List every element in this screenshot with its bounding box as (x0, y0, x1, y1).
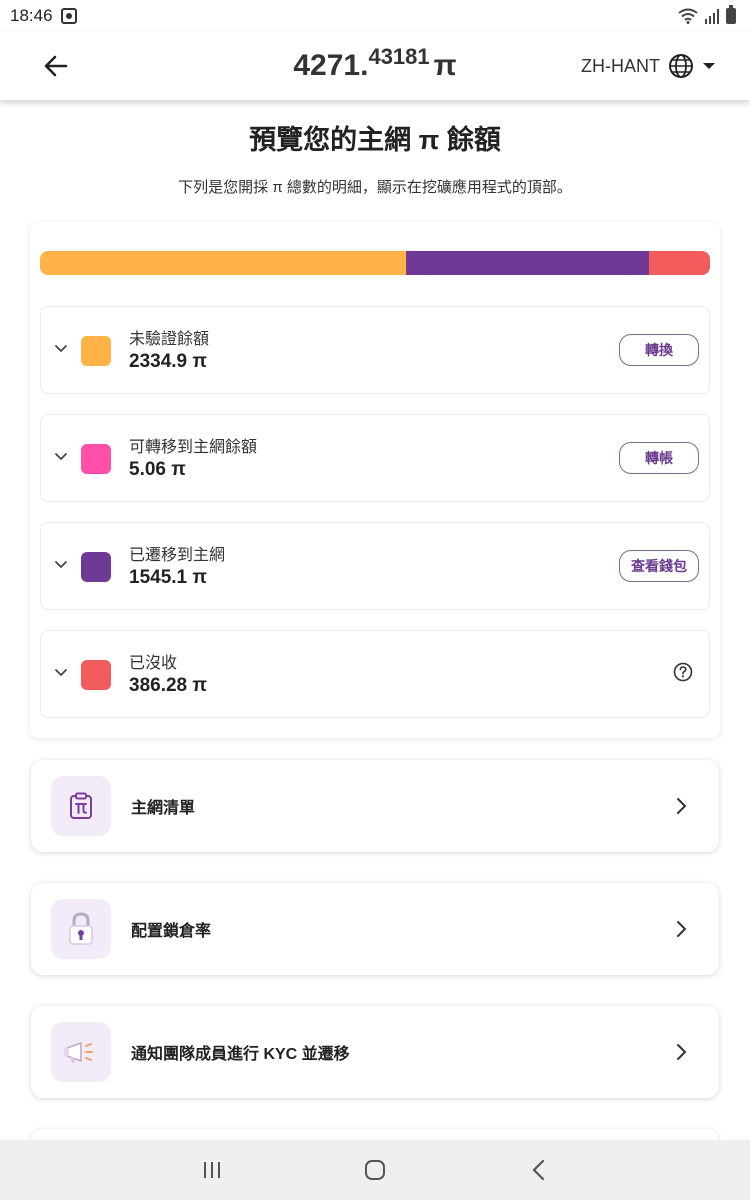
balance-label: 未驗證餘額 (129, 331, 210, 348)
balance-label: 已遷移到主網 (129, 547, 226, 564)
balance-item-transferable[interactable]: 可轉移到主網餘額 5.06 π 轉帳 (40, 414, 710, 502)
bar-segment-forfeited (649, 251, 710, 275)
chevron-right-icon (677, 1044, 687, 1060)
language-label: ZH-HANT (581, 55, 660, 76)
balance-item-migrated[interactable]: 已遷移到主網 1545.1 π 查看錢包 (40, 522, 710, 610)
question-circle-icon[interactable] (673, 662, 693, 682)
arrow-left-icon (44, 55, 68, 77)
globe-icon (669, 54, 693, 78)
color-swatch (81, 660, 111, 690)
balance-amount: 2334.9 π (129, 351, 207, 372)
page-subtitle: 下列是您開採 π 總數的明細，顯示在挖礦應用程式的頂部。 (178, 179, 572, 196)
language-selector[interactable]: ZH-HANT (581, 53, 716, 79)
convert-button[interactable]: 轉換 (619, 334, 699, 366)
system-nav-bar (0, 1140, 750, 1200)
balance-item-forfeited[interactable]: 已沒收 386.28 π (40, 630, 710, 718)
chevron-right-icon (677, 921, 687, 937)
caret-down-icon (703, 63, 715, 69)
status-time: 18:46 (10, 6, 53, 25)
clipboard-pi-icon (70, 792, 92, 819)
menu-item-notify-kyc[interactable]: 通知團隊成員進行 KYC 並遷移 (31, 1006, 719, 1098)
bar-segment-migrated (406, 251, 650, 275)
back-button[interactable] (40, 50, 72, 82)
status-indicators (678, 5, 736, 24)
color-swatch (81, 336, 111, 366)
recents-icon[interactable] (199, 1157, 225, 1183)
balance-amount: 1545.1 π (129, 567, 207, 588)
menu-label: 主網清單 (131, 800, 196, 817)
bar-segment-unverified (40, 251, 407, 275)
balance-label: 可轉移到主網餘額 (129, 439, 258, 456)
color-swatch (81, 444, 111, 474)
balance-whole: 4271. (293, 49, 369, 82)
balance-item-unverified[interactable]: 未驗證餘額 2334.9 π 轉換 (40, 306, 710, 394)
chevron-right-icon (677, 798, 687, 814)
balance-amount: 5.06 π (129, 459, 186, 480)
chevron-down-icon[interactable] (53, 340, 69, 356)
chevron-down-icon[interactable] (53, 556, 69, 572)
wifi-icon (678, 8, 698, 24)
padlock-icon (69, 912, 93, 945)
menu-icon-box (51, 899, 111, 959)
signal-icon (705, 9, 719, 24)
home-icon[interactable] (362, 1157, 388, 1183)
chevron-down-icon[interactable] (53, 664, 69, 680)
balance-fraction: 43181 (368, 44, 430, 69)
menu-icon-box (51, 1022, 111, 1082)
chevron-down-icon[interactable] (53, 448, 69, 464)
balance-breakdown-card: 未驗證餘額 2334.9 π 轉換 可轉移到主網餘額 5.06 π 轉帳 已遷移… (30, 222, 720, 738)
app-header: 4271.43181 π ZH-HANT (0, 32, 750, 100)
color-swatch (81, 552, 111, 582)
view-wallet-button[interactable]: 查看錢包 (619, 550, 699, 582)
megaphone-icon (64, 1041, 93, 1063)
notification-icon (60, 8, 77, 24)
menu-item-lockup-rate[interactable]: 配置鎖倉率 (31, 883, 719, 975)
balance-bar (40, 251, 710, 275)
transfer-button[interactable]: 轉帳 (619, 442, 699, 474)
balance-amount: 386.28 π (129, 675, 207, 696)
page-title: 預覽您的主網 π 餘額 (249, 125, 501, 155)
menu-label: 配置鎖倉率 (131, 923, 212, 940)
status-bar: 18:46 (0, 0, 750, 32)
balance-label: 已沒收 (129, 655, 178, 672)
menu-item-mainnet-checklist[interactable]: 主網清單 (31, 760, 719, 852)
menu-icon-box (51, 776, 111, 836)
menu-label: 通知團隊成員進行 KYC 並遷移 (131, 1046, 350, 1063)
nav-back-icon[interactable] (526, 1157, 552, 1183)
balance-unit: π (433, 49, 457, 82)
battery-icon (726, 5, 736, 24)
